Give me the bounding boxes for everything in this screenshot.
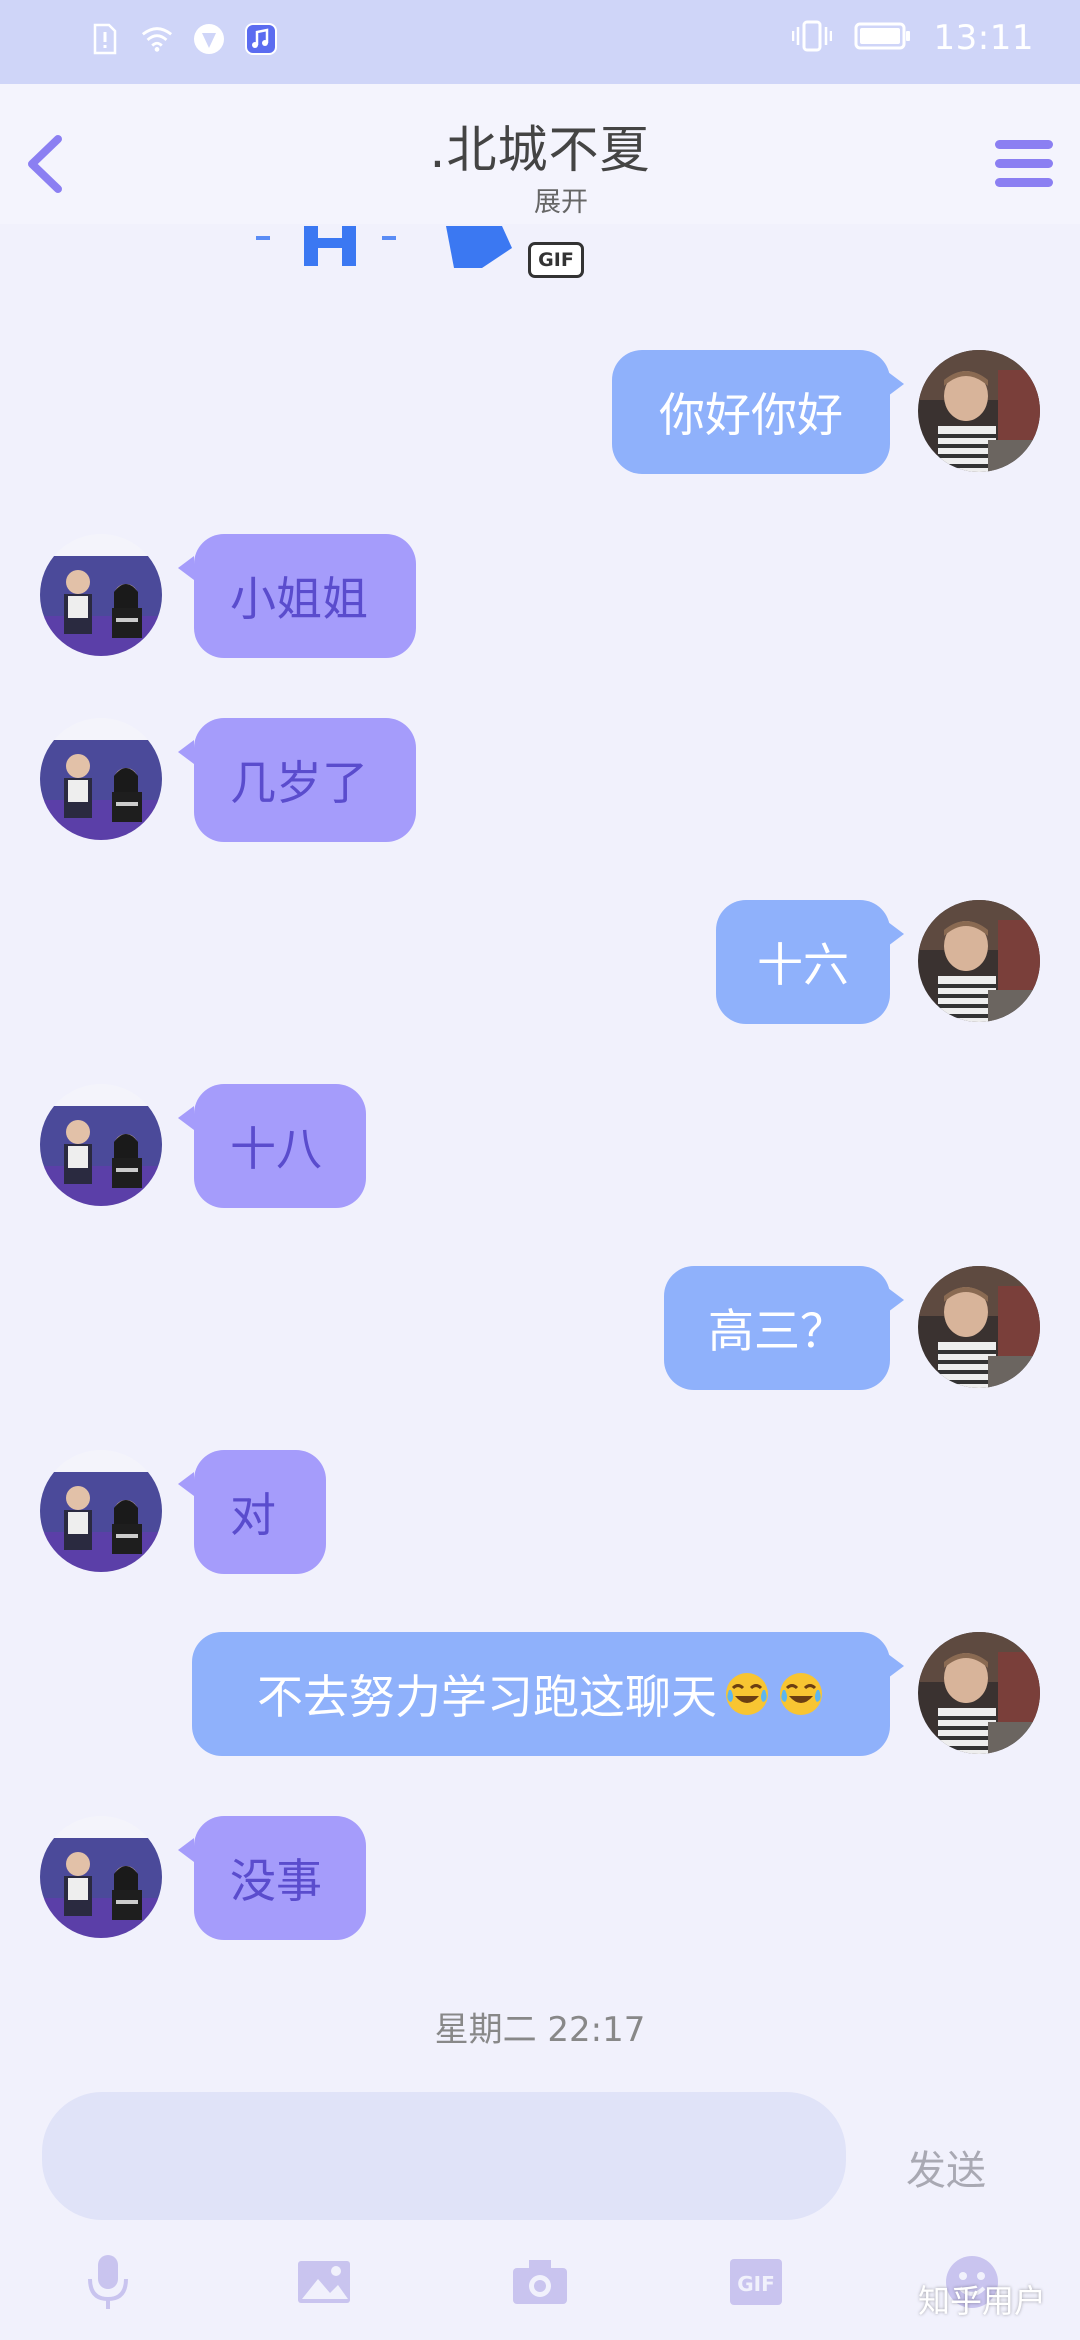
message-text: 十六 [757,938,849,992]
incoming-bubble[interactable]: 对 [194,1450,326,1574]
microphone-icon [88,2255,128,2309]
sim-alert-icon [88,22,122,56]
outgoing-bubble[interactable]: 不去努力学习跑这聊天 [192,1632,890,1756]
vpn-icon [192,22,226,56]
message-text: 没事 [230,1854,322,1908]
gif-icon: GIF [730,2259,782,2305]
status-icons-left [88,22,278,56]
outgoing-bubble[interactable]: 高三？ [664,1266,890,1390]
chat-title: .北城不夏 [429,121,651,179]
camera-icon [513,2260,567,2304]
camera-button[interactable] [510,2252,570,2312]
my-avatar[interactable] [918,900,1040,1022]
status-icons-right: 13:11 [791,18,1034,58]
chat-header: .北城不夏 展开 [0,84,1080,224]
menu-button[interactable] [988,124,1060,204]
message-text: 十八 [230,1122,322,1176]
incoming-bubble[interactable]: 十八 [194,1084,366,1208]
contact-avatar[interactable] [40,534,162,656]
message-text: 高三？ [708,1304,846,1358]
vibrate-icon [791,19,832,57]
message-text: 小姐姐 [230,572,368,626]
gif-message-partial[interactable] [250,222,530,272]
message-text: 几岁了 [230,756,368,810]
bubble-tail [178,1838,194,1862]
message-input[interactable] [42,2092,846,2220]
incoming-bubble[interactable]: 没事 [194,1816,366,1940]
my-avatar[interactable] [918,1266,1040,1388]
expand-link[interactable]: 展开 [534,180,588,219]
wifi-icon [140,22,174,56]
outgoing-bubble[interactable]: 十六 [716,900,890,1024]
contact-avatar[interactable] [40,1450,162,1572]
menu-icon [995,140,1053,187]
incoming-bubble[interactable]: 小姐姐 [194,534,416,658]
bubble-tail [888,1654,904,1678]
gif-button[interactable]: GIF [726,2252,786,2312]
incoming-bubble[interactable]: 几岁了 [194,718,416,842]
my-avatar[interactable] [918,350,1040,472]
bubble-tail [888,922,904,946]
timestamp: 星期二 22:17 [434,2010,646,2050]
watermark: 知乎用户 [918,2282,1047,2320]
contact-avatar[interactable] [40,718,162,840]
gif-button-label: GIF [737,2272,775,2296]
gif-badge: GIF [528,242,584,278]
image-button[interactable] [294,2252,354,2312]
image-icon [298,2261,350,2303]
outgoing-bubble[interactable]: 你好你好 [612,350,890,474]
send-button[interactable]: 发送 [906,2138,986,2196]
contact-avatar[interactable] [40,1084,162,1206]
bubble-tail [178,556,194,580]
tears-of-joy-emoji-icon [723,1670,771,1718]
my-avatar[interactable] [918,1632,1040,1754]
status-bar: 13:11 [0,0,1080,84]
tears-of-joy-emoji-icon [777,1670,825,1718]
bubble-tail [178,740,194,764]
battery-icon [854,21,912,55]
message-text: 不去努力学习跑这聊天 [257,1670,717,1724]
bubble-tail [178,1472,194,1496]
bubble-tail [888,372,904,396]
bubble-tail [888,1288,904,1312]
clock: 13:11 [933,18,1034,58]
contact-avatar[interactable] [40,1816,162,1938]
message-text: 你好你好 [659,388,843,442]
message-text: 对 [230,1488,276,1542]
bubble-tail [178,1106,194,1130]
music-icon [244,22,278,56]
microphone-button[interactable] [78,2252,138,2312]
